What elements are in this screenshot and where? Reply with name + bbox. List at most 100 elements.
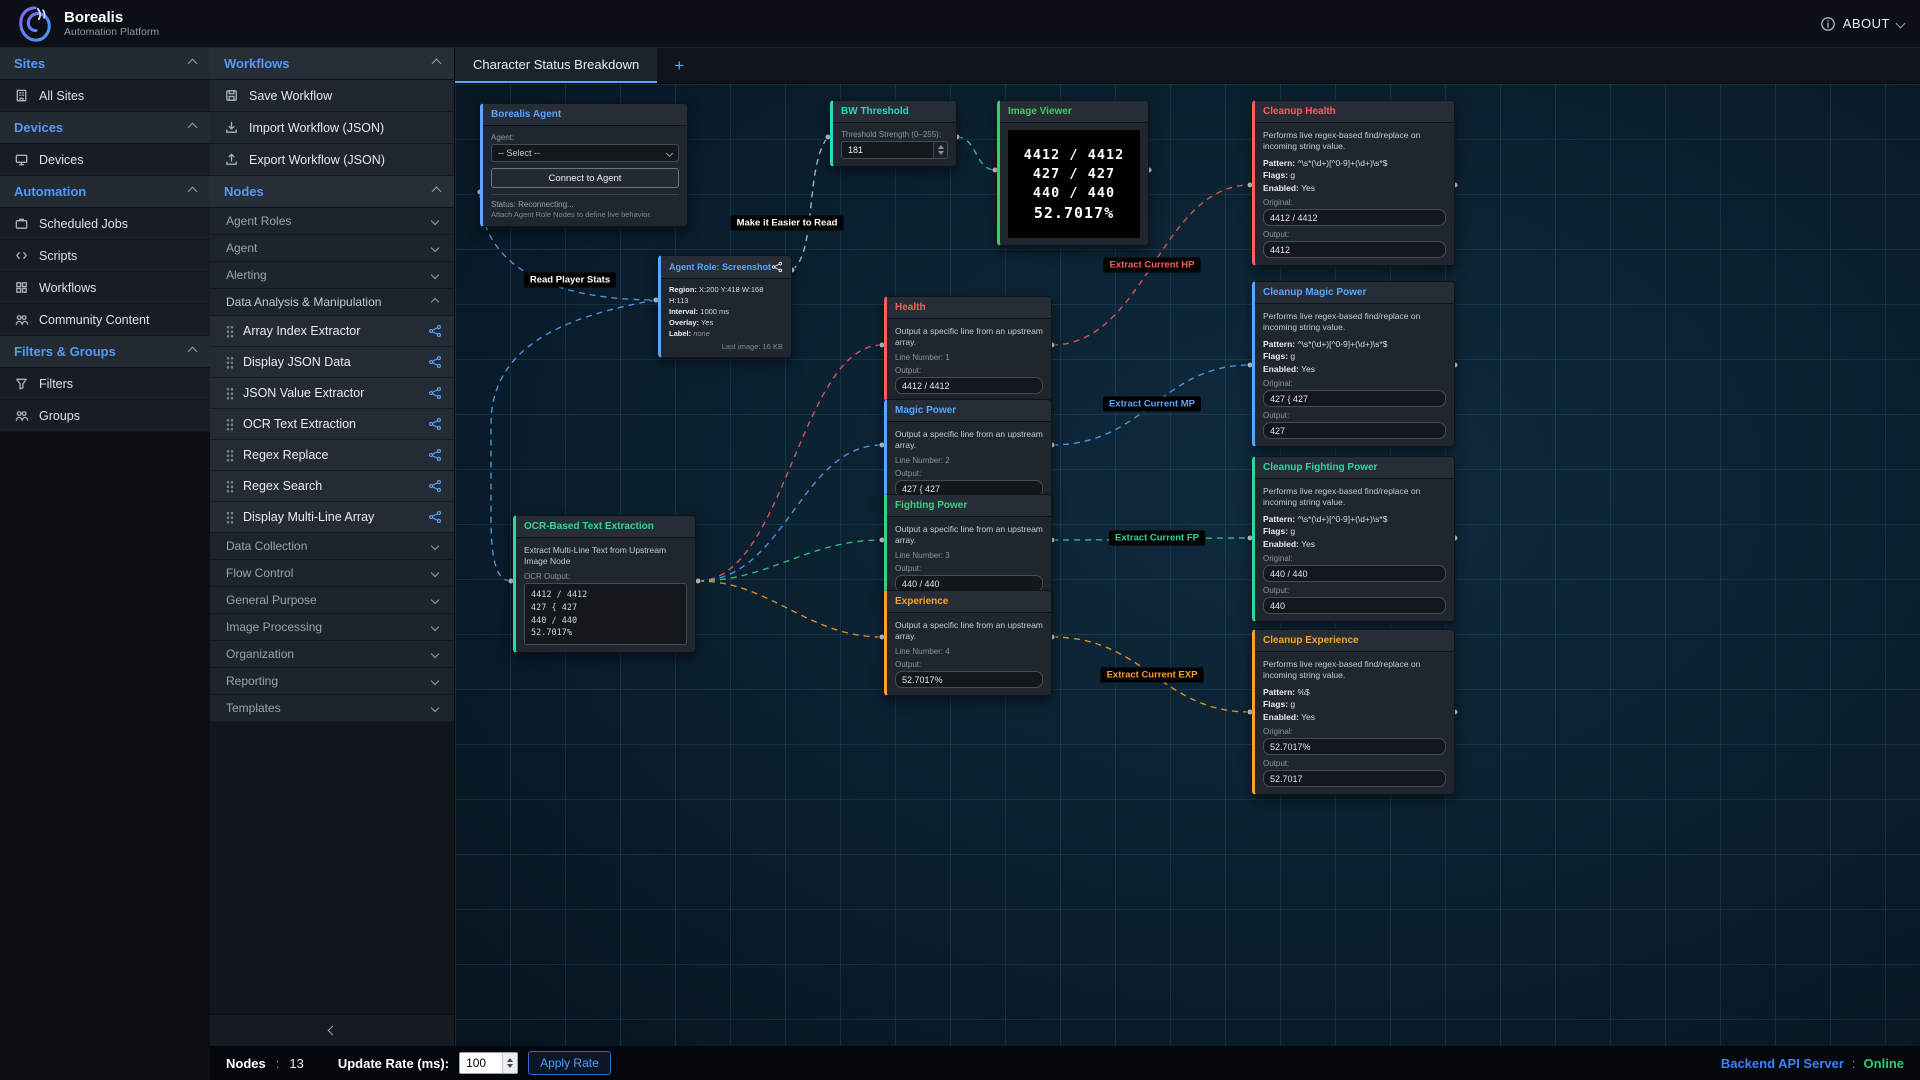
sidebar-item-scheduled-jobs[interactable]: Scheduled Jobs	[0, 208, 210, 240]
update-rate-field[interactable]	[460, 1053, 502, 1073]
output-field[interactable]: 52.7017%	[895, 671, 1043, 688]
original-field[interactable]: 440 / 440	[1263, 565, 1446, 582]
number-spinner[interactable]	[933, 142, 947, 158]
node-item-array-index-extractor[interactable]: Array Index Extractor	[210, 316, 454, 347]
node-ocr-text-extraction[interactable]: OCR-Based Text Extraction Extract Multi-…	[513, 515, 696, 653]
sidebar-section-automation[interactable]: Automation	[0, 176, 210, 208]
edge-label-make-it-easier-to-read[interactable]: Make it Easier to Read	[731, 216, 844, 231]
category-alerting[interactable]: Alerting	[210, 262, 454, 289]
import-workflow-button[interactable]: Import Workflow (JSON)	[210, 112, 454, 144]
panel-header-workflows[interactable]: Workflows	[210, 48, 454, 80]
category-agent-roles[interactable]: Agent Roles	[210, 208, 454, 235]
threshold-input[interactable]	[841, 141, 948, 159]
edge-label-extract-current-hp[interactable]: Extract Current HP	[1104, 258, 1201, 273]
agent-select[interactable]: -- Select --	[491, 144, 679, 162]
sidebar-item-community-content[interactable]: Community Content	[0, 304, 210, 336]
node-item-regex-search[interactable]: Regex Search	[210, 471, 454, 502]
node-magic-power[interactable]: Magic Power Output a specific line from …	[884, 399, 1052, 505]
sidebar-item-workflows[interactable]: Workflows	[0, 272, 210, 304]
node-item-ocr-text-extraction[interactable]: OCR Text Extraction	[210, 409, 454, 440]
ocr-output-field[interactable]: 4412 / 4412 427 { 427 440 / 440 52.7017%	[524, 583, 687, 645]
sidebar-item-groups[interactable]: Groups	[0, 400, 210, 432]
node-agent-role-screenshot[interactable]: Agent Role: Screenshot Region: X:200 Y:4…	[658, 255, 792, 358]
output-field[interactable]: 440	[1263, 597, 1446, 614]
drag-handle-icon[interactable]	[226, 356, 234, 369]
output-field[interactable]: 427	[1263, 422, 1446, 439]
sidebar-section-devices[interactable]: Devices	[0, 112, 210, 144]
node-item-display-json-data[interactable]: Display JSON Data	[210, 347, 454, 378]
drag-handle-icon[interactable]	[226, 418, 234, 431]
node-image-viewer[interactable]: Image Viewer 4412 / 4412 427 / 427 440 /…	[997, 100, 1149, 246]
output-field[interactable]: 4412	[1263, 241, 1446, 258]
drag-handle-icon[interactable]	[226, 325, 234, 338]
category-data-analysis[interactable]: Data Analysis & Manipulation	[210, 289, 454, 316]
edge-label-extract-current-fp[interactable]: Extract Current FP	[1109, 531, 1205, 546]
workflow-canvas[interactable]: Read Player Stats Make it Easier to Read…	[455, 84, 1920, 1046]
connect-to-agent-button[interactable]: Connect to Agent	[491, 168, 679, 188]
category-reporting[interactable]: Reporting	[210, 668, 454, 695]
sidebar-section-sites[interactable]: Sites	[0, 48, 210, 80]
edge-label-read-player-stats[interactable]: Read Player Stats	[524, 273, 616, 288]
node-graph-icon[interactable]	[428, 355, 442, 369]
sidebar-item-all-sites[interactable]: All Sites	[0, 80, 210, 112]
drag-handle-icon[interactable]	[226, 387, 234, 400]
apply-rate-button[interactable]: Apply Rate	[528, 1051, 611, 1075]
category-flow-control[interactable]: Flow Control	[210, 560, 454, 587]
node-experience[interactable]: Experience Output a specific line from a…	[884, 590, 1052, 696]
node-graph-icon[interactable]	[428, 479, 442, 493]
update-rate-input[interactable]	[459, 1052, 518, 1074]
tab-character-status-breakdown[interactable]: Character Status Breakdown	[455, 48, 657, 83]
sidebar-item-filters[interactable]: Filters	[0, 368, 210, 400]
save-workflow-button[interactable]: Save Workflow	[210, 80, 454, 112]
node-graph-icon[interactable]	[428, 510, 442, 524]
enabled-value: Yes	[1301, 183, 1315, 193]
chevron-down-icon	[431, 623, 439, 631]
original-field[interactable]: 4412 / 4412	[1263, 209, 1446, 226]
node-item-json-value-extractor[interactable]: JSON Value Extractor	[210, 378, 454, 409]
about-menu[interactable]: ABOUT	[1820, 16, 1904, 32]
add-tab-button[interactable]: +	[657, 48, 701, 83]
category-organization[interactable]: Organization	[210, 641, 454, 668]
node-graph-icon[interactable]	[428, 417, 442, 431]
threshold-value-field[interactable]	[842, 142, 933, 158]
node-health[interactable]: Health Output a specific line from an up…	[884, 296, 1052, 402]
node-fighting-power[interactable]: Fighting Power Output a specific line fr…	[884, 494, 1052, 600]
node-cleanup-fighting-power[interactable]: Cleanup Fighting Power Performs live reg…	[1252, 456, 1455, 622]
node-bw-threshold[interactable]: BW Threshold Threshold Strength (0–255):	[830, 100, 957, 167]
node-cleanup-experience[interactable]: Cleanup Experience Performs live regex-b…	[1252, 629, 1455, 795]
drag-handle-icon[interactable]	[226, 449, 234, 462]
node-borealis-agent[interactable]: Borealis Agent Agent: -- Select -- Conne…	[480, 103, 688, 227]
chevron-down-icon	[431, 244, 439, 252]
category-image-processing[interactable]: Image Processing	[210, 614, 454, 641]
sidebar-item-label: All Sites	[39, 89, 84, 103]
original-field[interactable]: 427 { 427	[1263, 390, 1446, 407]
export-workflow-button[interactable]: Export Workflow (JSON)	[210, 144, 454, 176]
category-templates[interactable]: Templates	[210, 695, 454, 722]
share-icon[interactable]	[771, 261, 783, 273]
category-general-purpose[interactable]: General Purpose	[210, 587, 454, 614]
ocr-line: 52.7017%	[531, 627, 680, 640]
category-agent[interactable]: Agent	[210, 235, 454, 262]
sidebar-item-scripts[interactable]: Scripts	[0, 240, 210, 272]
edge-label-extract-current-exp[interactable]: Extract Current EXP	[1101, 668, 1204, 683]
node-item-regex-replace[interactable]: Regex Replace	[210, 440, 454, 471]
drag-handle-icon[interactable]	[226, 480, 234, 493]
sidebar-section-filters-groups[interactable]: Filters & Groups	[0, 336, 210, 368]
node-item-display-multi-line-array[interactable]: Display Multi-Line Array	[210, 502, 454, 533]
output-field[interactable]: 52.7017	[1263, 770, 1446, 787]
panel-header-nodes[interactable]: Nodes	[210, 176, 454, 208]
node-graph-icon[interactable]	[428, 386, 442, 400]
number-spinner[interactable]	[502, 1053, 517, 1073]
edge-label-extract-current-mp[interactable]: Extract Current MP	[1103, 397, 1201, 412]
node-graph-icon[interactable]	[428, 448, 442, 462]
category-data-collection[interactable]: Data Collection	[210, 533, 454, 560]
drag-handle-icon[interactable]	[226, 511, 234, 524]
node-cleanup-magic-power[interactable]: Cleanup Magic Power Performs live regex-…	[1252, 281, 1455, 447]
output-field[interactable]: 4412 / 4412	[895, 377, 1043, 394]
sidebar-item-devices[interactable]: Devices	[0, 144, 210, 176]
original-field[interactable]: 52.7017%	[1263, 738, 1446, 755]
node-cleanup-health[interactable]: Cleanup Health Performs live regex-based…	[1252, 100, 1455, 266]
category-label: Data Collection	[226, 539, 307, 553]
node-graph-icon[interactable]	[428, 324, 442, 338]
collapse-panel-button[interactable]	[210, 1014, 454, 1046]
